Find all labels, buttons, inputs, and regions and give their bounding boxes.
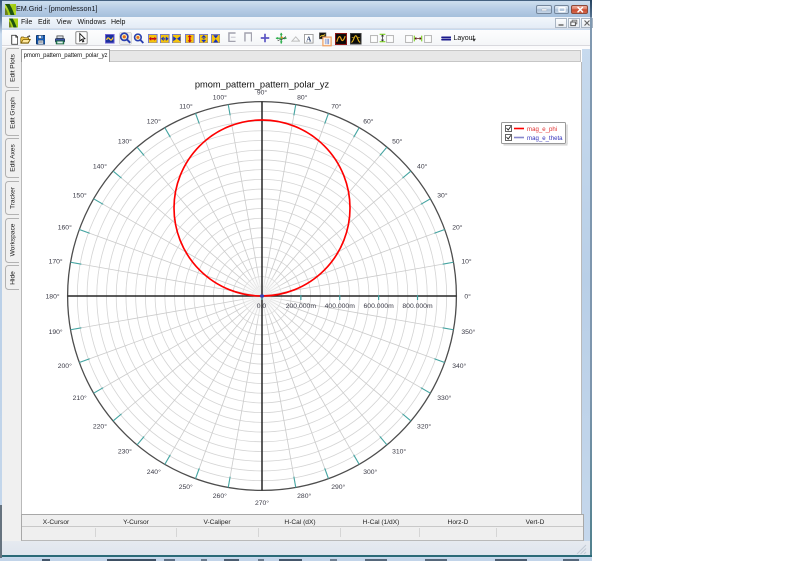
svg-text:800.000m: 800.000m: [402, 303, 433, 310]
svg-text:260°: 260°: [213, 492, 227, 500]
svg-text:mag_e_phi: mag_e_phi: [527, 126, 557, 133]
svg-text:110°: 110°: [179, 102, 193, 110]
svg-text:mag_e_theta: mag_e_theta: [527, 135, 563, 142]
svg-text:200°: 200°: [58, 362, 72, 370]
svg-text:130°: 130°: [118, 138, 132, 146]
svg-text:340°: 340°: [452, 362, 466, 370]
svg-text:330°: 330°: [437, 394, 451, 402]
svg-text:10°: 10°: [461, 257, 472, 265]
svg-text:290°: 290°: [331, 483, 345, 491]
svg-text:320°: 320°: [417, 423, 431, 431]
svg-text:pmom_pattern_pattern_polar_yz: pmom_pattern_pattern_polar_yz: [195, 80, 330, 90]
svg-text:0.0: 0.0: [257, 303, 267, 310]
svg-text:240°: 240°: [147, 468, 161, 476]
svg-text:160°: 160°: [58, 223, 72, 231]
svg-text:140°: 140°: [93, 163, 107, 171]
svg-text:350°: 350°: [461, 328, 475, 336]
svg-text:20°: 20°: [452, 223, 463, 231]
svg-text:60°: 60°: [363, 117, 374, 125]
svg-text:280°: 280°: [297, 492, 311, 500]
svg-text:180°: 180°: [46, 293, 60, 301]
svg-text:310°: 310°: [392, 448, 406, 456]
svg-text:120°: 120°: [147, 117, 161, 125]
svg-text:250°: 250°: [179, 483, 193, 491]
svg-text:170°: 170°: [49, 257, 63, 265]
svg-text:150°: 150°: [73, 191, 87, 199]
svg-text:300°: 300°: [363, 468, 377, 476]
svg-text:270°: 270°: [255, 499, 269, 507]
svg-text:190°: 190°: [49, 328, 63, 336]
svg-text:A: A: [306, 35, 312, 43]
svg-text:90°: 90°: [257, 88, 268, 96]
svg-text:0°: 0°: [464, 293, 471, 301]
svg-text:220°: 220°: [93, 423, 107, 431]
svg-text:200.000m: 200.000m: [286, 303, 317, 310]
svg-text:600.000m: 600.000m: [364, 303, 395, 310]
svg-text:230°: 230°: [118, 448, 132, 456]
svg-text:30°: 30°: [437, 191, 448, 199]
svg-text:50°: 50°: [392, 138, 403, 146]
svg-text:210°: 210°: [73, 394, 87, 402]
svg-text:70°: 70°: [331, 102, 342, 110]
svg-text:400.000m: 400.000m: [325, 303, 356, 310]
svg-text:40°: 40°: [417, 163, 428, 171]
svg-text:100°: 100°: [213, 93, 227, 101]
svg-text:80°: 80°: [297, 93, 308, 101]
